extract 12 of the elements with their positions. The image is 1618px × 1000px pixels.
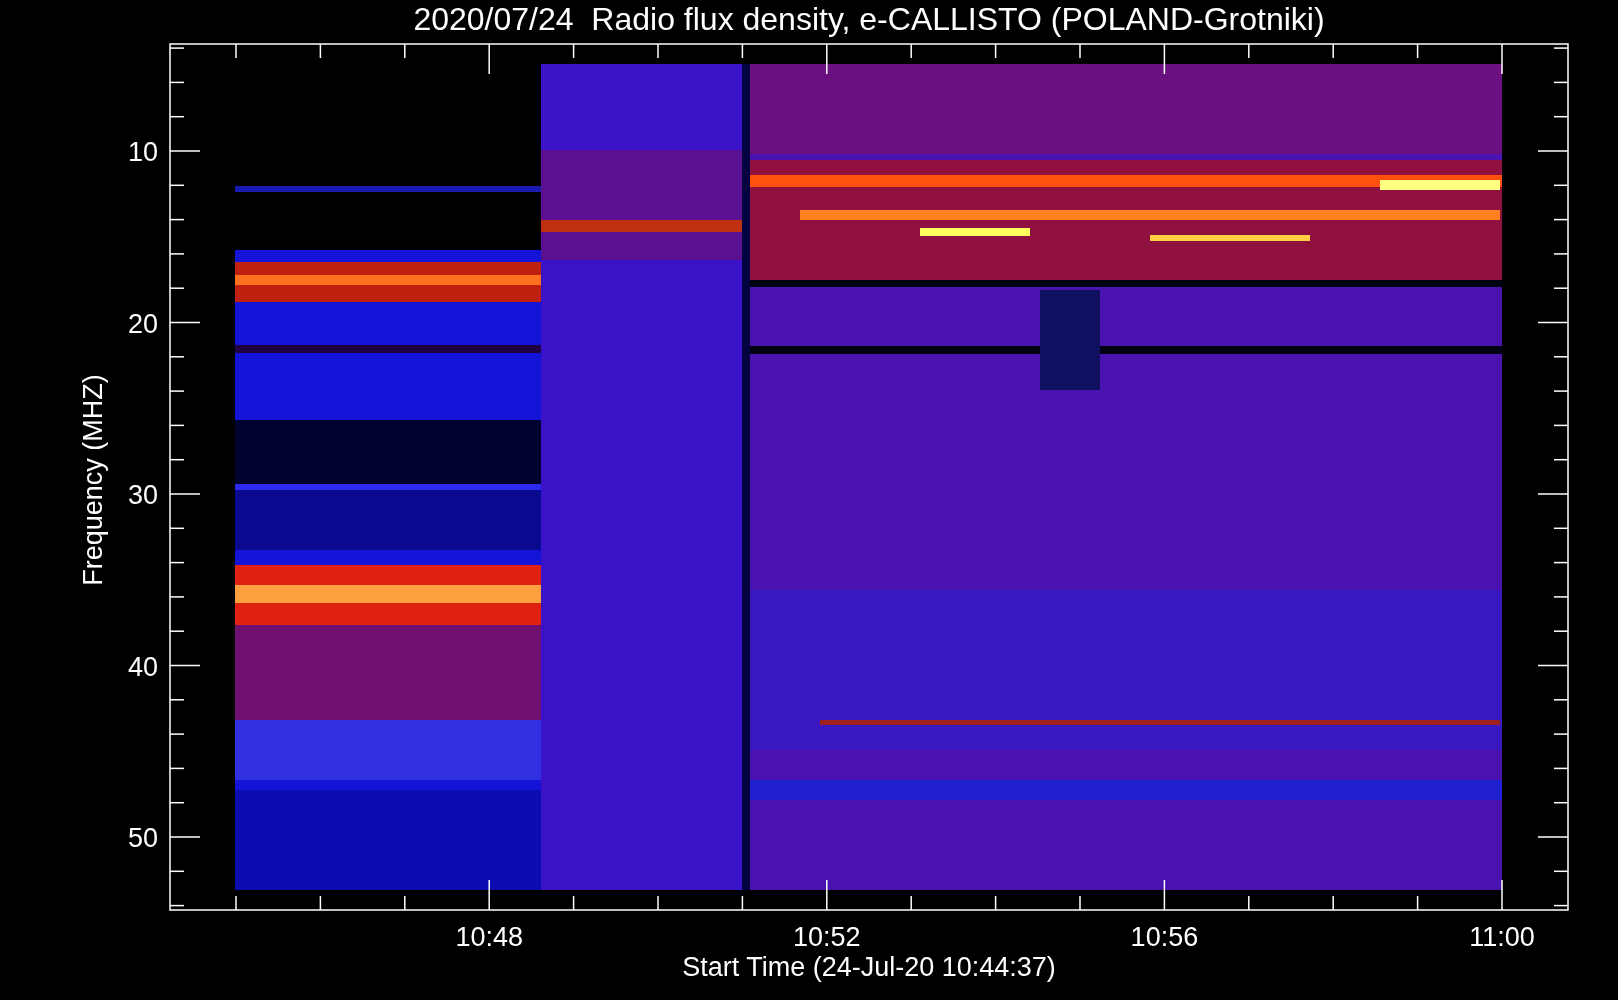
tick-label: 10:52 xyxy=(793,922,861,952)
tick-label: 20 xyxy=(127,308,158,339)
tick-label: 10 xyxy=(127,137,158,167)
tick-label: 11:00 xyxy=(1469,922,1535,952)
tick-label: 10:48 xyxy=(455,922,523,952)
tick-label: 40 xyxy=(127,651,158,682)
chart-title: 2020/07/24 Radio flux density, e-CALLISTO (POLAND-Grotniki) xyxy=(413,1,1325,37)
tick-label: 50 xyxy=(127,823,158,853)
tick-label: 30 xyxy=(127,480,158,510)
axis-label: Frequency (MHZ) xyxy=(78,374,108,586)
axis-label: Start Time (24-Jul-20 10:44:37) xyxy=(682,952,1056,982)
tick-label: 10:56 xyxy=(1130,922,1199,952)
